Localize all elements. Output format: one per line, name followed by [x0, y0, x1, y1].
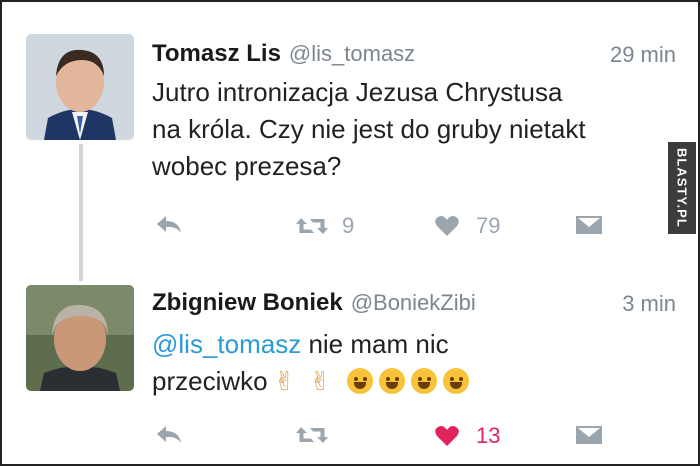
reply-icon: [157, 216, 181, 233]
tweet-text-line: przeciwko ✌ ✌: [152, 363, 652, 400]
direct-message-button[interactable]: [574, 423, 604, 447]
avatar-zbigniew-boniek[interactable]: [26, 285, 134, 391]
tweet-text-line: @lis_tomasz nie mam nic: [152, 326, 652, 363]
portrait-icon: [26, 285, 134, 391]
author-name[interactable]: Zbigniew Boniek @BoniekZibi: [152, 289, 476, 317]
tweet-text-line: na króla. Czy nie jest do gruby nietakt: [152, 114, 586, 144]
retweet-icon: [296, 218, 328, 234]
author-name-text: Zbigniew Boniek: [152, 289, 343, 316]
tweet-actions: 13: [152, 423, 612, 453]
retweet-button[interactable]: 9: [294, 213, 354, 239]
screenshot-frame: Tomasz Lis @lis_tomasz 29 min Jutro intro…: [0, 0, 700, 466]
mention-link[interactable]: @lis_tomasz: [152, 329, 301, 359]
tweet-text: @lis_tomasz nie mam nic przeciwko ✌ ✌: [152, 326, 652, 400]
author-handle: @lis_tomasz: [288, 41, 416, 66]
tweet-text: Jutro intronizacja Jezusa Chrystusa na k…: [152, 74, 652, 185]
like-count: 79: [476, 213, 501, 238]
retweet-button[interactable]: [294, 423, 330, 447]
retweet-count: 9: [342, 213, 355, 238]
envelope-icon: [576, 426, 602, 444]
grinning-face-emoji: [347, 368, 374, 394]
envelope-icon: [576, 216, 602, 234]
retweet-icon: [296, 427, 328, 443]
tweet-text-line: wobec prezesa?: [152, 151, 342, 181]
tweet-text-part: nie mam nic: [301, 329, 449, 359]
watermark: BLASTY.PL: [668, 142, 696, 234]
thread-connector: [79, 144, 83, 281]
heart-icon: [435, 216, 459, 236]
author-name-text: Tomasz Lis: [152, 40, 281, 67]
reply-icon: [157, 426, 181, 443]
grinning-face-emoji: [411, 368, 438, 394]
author-handle: @BoniekZibi: [350, 290, 476, 315]
victory-hand-emoji: ✌: [309, 366, 332, 396]
grinning-face-emoji: [379, 368, 406, 394]
like-count: 13: [476, 423, 501, 448]
grinning-face-emoji: [443, 368, 470, 394]
author-name[interactable]: Tomasz Lis @lis_tomasz: [152, 40, 415, 68]
avatar-tomasz-lis[interactable]: [26, 34, 134, 140]
like-button[interactable]: 79: [434, 213, 500, 239]
heart-icon: [435, 426, 459, 446]
tweet-time: 29 min: [609, 42, 676, 67]
tweet-text-part: przeciwko: [152, 366, 268, 396]
like-button[interactable]: 13: [434, 423, 500, 449]
tweet-actions: 9 79: [152, 213, 612, 243]
reply-button[interactable]: [154, 213, 184, 237]
reply-button[interactable]: [154, 423, 184, 447]
direct-message-button[interactable]: [574, 213, 604, 237]
tweet-text-line: Jutro intronizacja Jezusa Chrystusa: [152, 77, 563, 107]
victory-hand-emoji: ✌: [273, 366, 296, 396]
portrait-icon: [26, 34, 134, 140]
tweet-time: 3 min: [622, 291, 676, 316]
